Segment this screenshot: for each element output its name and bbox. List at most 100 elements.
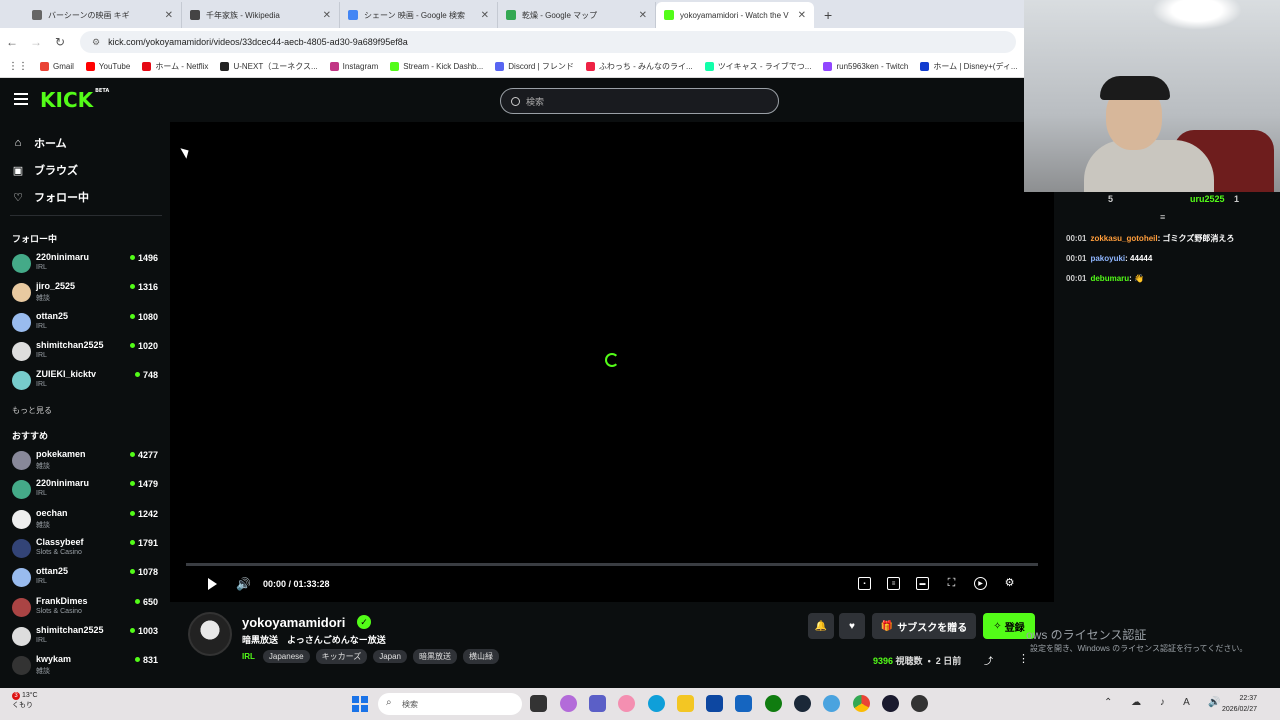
chat-username[interactable]: debumaru [1090, 274, 1129, 283]
chat-text: 👋 [1134, 274, 1144, 283]
browser-tab[interactable]: バーシーンの映画 キギ ✕ [24, 2, 182, 28]
obs-icon[interactable] [911, 695, 928, 712]
share-icon[interactable]: ⤴ [984, 654, 993, 667]
app-icon[interactable] [618, 695, 635, 712]
progress-bar[interactable] [186, 563, 1038, 566]
store-icon[interactable] [706, 695, 723, 712]
browser-tab[interactable]: 乾燥 - Google マップ ✕ [498, 2, 656, 28]
tag-chip[interactable]: キッカーズ [315, 649, 368, 664]
channel-item[interactable]: oechan 雑談 1242 [12, 508, 160, 532]
reload-icon[interactable]: ↻ [48, 35, 72, 49]
start-icon[interactable] [352, 696, 368, 712]
taskbar-search-icon: ⌕ [386, 697, 392, 708]
filter-icon[interactable]: ≡ [1160, 212, 1165, 222]
channel-item[interactable]: 220ninimaru IRL 1479 [12, 478, 160, 502]
chat-username[interactable]: zokkasu_gotoheil [1090, 234, 1157, 243]
tab-close-icon[interactable]: ✕ [481, 10, 489, 21]
channel-item[interactable]: 220ninimaru IRL 1496 [12, 252, 160, 276]
tab-close-icon[interactable]: ✕ [323, 10, 331, 21]
bookmark-item[interactable]: ふわっち - みんなのライ... [585, 61, 693, 72]
volume-icon[interactable]: 🔊 [236, 577, 251, 591]
steam-icon[interactable] [794, 695, 811, 712]
channel-item[interactable]: jiro_2525 雑談 1316 [12, 281, 160, 305]
apps-icon[interactable]: ⋮⋮ [8, 61, 28, 72]
system-tray-icons[interactable]: ⌃ ☁ ♪ A 🔊 [1104, 697, 1229, 708]
forward-icon[interactable]: → [24, 35, 48, 49]
site-info-icon[interactable]: ⚙ [92, 37, 100, 48]
copilot-icon[interactable] [560, 695, 577, 712]
notification-bell-icon[interactable]: 🔔 [808, 613, 834, 639]
streamer-name[interactable]: yokoyamamidori [242, 615, 345, 630]
browser-tab[interactable]: シェーン 映画 - Google 検索 ✕ [340, 2, 498, 28]
outlook-icon[interactable] [735, 695, 752, 712]
channel-item[interactable]: shimitchan2525 IRL 1003 [12, 625, 160, 649]
tab-close-icon[interactable]: ✕ [798, 10, 806, 21]
more-options-icon[interactable]: ⋮ [1018, 652, 1029, 665]
sparkle-icon: ✧ [993, 620, 1002, 632]
bookmark-item[interactable]: run5963ken - Twitch [823, 62, 908, 71]
nav-browse[interactable]: ▣ ブラウズ [12, 162, 78, 178]
fullscreen-icon[interactable]: ⛶ [945, 577, 958, 590]
taskbar-search[interactable]: ⌕ 検索 [378, 693, 522, 715]
nav-following[interactable]: ♡ フォロー中 [12, 189, 89, 205]
tab-close-icon[interactable]: ✕ [165, 10, 173, 21]
channel-item[interactable]: ottan25 IRL 1078 [12, 566, 160, 590]
tab-close-icon[interactable]: ✕ [639, 10, 647, 21]
top-gifter-name[interactable]: uru2525 [1190, 194, 1225, 204]
channel-item[interactable]: Classybeef Slots & Casino 1791 [12, 537, 160, 561]
teams-icon[interactable] [589, 695, 606, 712]
category-link[interactable]: IRL [242, 652, 255, 661]
edge-icon[interactable] [648, 695, 665, 712]
bookmark-item[interactable]: ホーム | Disney+(ディ... [920, 61, 1018, 72]
browser-tab[interactable]: 千年家族 - Wikipedia ✕ [182, 2, 340, 28]
bookmark-item[interactable]: Stream - Kick Dashb... [390, 62, 483, 71]
channel-item[interactable]: shimitchan2525 IRL 1020 [12, 340, 160, 364]
video-player[interactable]: 🔊 00:00 / 01:33:28 ▪ ≡ ▬ ⛶ ▶ ⚙ [170, 122, 1054, 602]
task-view-icon[interactable] [530, 695, 547, 712]
tag-chip[interactable]: 横山緑 [463, 649, 499, 664]
channel-category: IRL [36, 264, 47, 271]
file-explorer-icon[interactable] [677, 695, 694, 712]
url-field[interactable]: ⚙ kick.com/yokoyamamidori/videos/33dcec4… [80, 31, 1016, 53]
media-app-icon[interactable] [882, 695, 899, 712]
nav-home[interactable]: ⌂ ホーム [12, 135, 67, 151]
tag-chip[interactable]: Japan [373, 650, 407, 663]
channel-item[interactable]: ZUIEKI_kicktv IRL 748 [12, 369, 160, 393]
browser-tab[interactable]: yokoyamamidori - Watch the V ✕ [656, 2, 814, 28]
search-input[interactable]: 検索 [500, 88, 779, 114]
follow-heart-icon[interactable]: ♥ [839, 613, 865, 639]
hamburger-menu-icon[interactable] [14, 93, 28, 105]
channel-item[interactable]: FrankDimes Slots & Casino 650 [12, 596, 160, 620]
kick-logo[interactable]: KICK BETA [40, 88, 109, 112]
bookmark-item[interactable]: YouTube [85, 62, 130, 71]
theater-mode-icon[interactable]: ▬ [916, 577, 929, 590]
channel-item[interactable]: pokekamen 雑談 4277 [12, 449, 160, 473]
xbox-icon[interactable] [765, 695, 782, 712]
playback-speed-icon[interactable]: ▶ [974, 577, 987, 590]
bookmark-item[interactable]: U-NEXT（ユーネクス... [220, 61, 318, 72]
tag-chip[interactable]: Japanese [262, 650, 310, 663]
channel-item[interactable]: ottan25 IRL 1080 [12, 311, 160, 335]
gift-icon: 🎁 [880, 620, 894, 632]
back-icon[interactable]: ← [0, 35, 24, 49]
new-tab-button[interactable]: + [814, 2, 842, 28]
miniplayer-icon[interactable]: ▪ [858, 577, 871, 590]
bookmark-item[interactable]: Instagram [329, 62, 378, 71]
chat-username[interactable]: pakoyuki [1090, 254, 1125, 263]
bookmark-item[interactable]: Gmail [40, 62, 74, 71]
bookmark-item[interactable]: ツイキャス - ライブでつ... [704, 61, 811, 72]
clock[interactable]: 22:37 2026/02/27 [1222, 693, 1257, 715]
streamer-avatar[interactable] [188, 612, 232, 656]
gift-subscription-button[interactable]: 🎁 サブスクを贈る [872, 613, 976, 639]
bookmark-item[interactable]: ホーム - Netflix [142, 61, 208, 72]
channel-item[interactable]: kwykam 雑談 831 [12, 654, 160, 678]
app-icon-2[interactable] [823, 695, 840, 712]
bookmark-item[interactable]: Discord | フレンド [495, 61, 574, 72]
clip-icon[interactable]: ≡ [887, 577, 900, 590]
settings-gear-icon[interactable]: ⚙ [1003, 577, 1016, 590]
weather-widget[interactable]: 3 13°C くもり [12, 692, 38, 710]
show-more-link[interactable]: もっと見る [12, 405, 52, 416]
tag-chip[interactable]: 暗黒放送 [413, 649, 457, 664]
play-icon[interactable] [208, 578, 217, 590]
chrome-icon[interactable] [853, 695, 870, 712]
